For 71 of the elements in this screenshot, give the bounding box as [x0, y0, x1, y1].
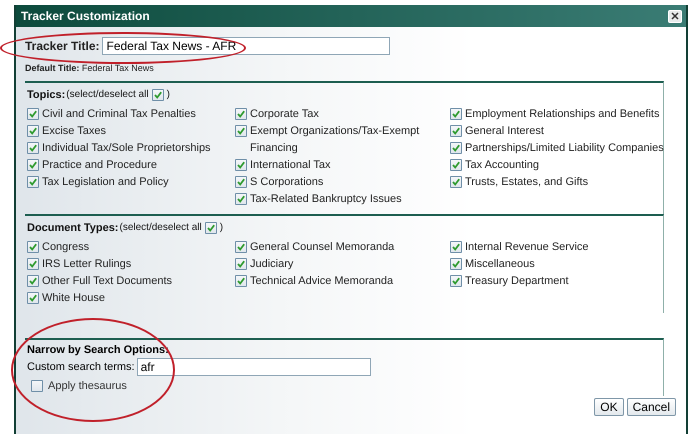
checkbox-label[interactable]: General Interest [465, 123, 544, 140]
tracker-title-field[interactable]: Federal Tax News - AFR [102, 37, 390, 55]
checkbox[interactable] [27, 159, 39, 171]
checkbox[interactable] [450, 159, 462, 171]
field-label: Custom search terms: [27, 361, 135, 373]
checkbox-label[interactable]: Corporate Tax [250, 106, 319, 123]
checkbox[interactable] [235, 108, 247, 120]
ok-button[interactable]: OK [594, 398, 624, 416]
select-all-checkbox[interactable] [204, 222, 217, 234]
checkbox-label[interactable]: General Counsel Memoranda [250, 239, 394, 256]
checkbox[interactable] [27, 142, 39, 154]
checkbox[interactable] [450, 142, 462, 154]
checkbox[interactable] [235, 125, 247, 137]
checkbox[interactable] [450, 176, 462, 188]
checkbox[interactable] [235, 193, 247, 205]
checkbox-label[interactable]: Treasury Department [465, 273, 569, 290]
select-all-label: ) [220, 221, 224, 235]
checkbox[interactable] [27, 275, 39, 287]
checkbox-label[interactable]: Excise Taxes [42, 123, 106, 140]
checkbox[interactable] [235, 275, 247, 287]
checkbox[interactable] [27, 125, 39, 137]
select-all-label: (select/deselect all [66, 88, 149, 102]
checkbox-label[interactable]: Trusts, Estates, and Gifts [465, 174, 588, 191]
checkbox-label[interactable]: Apply thesaurus [48, 380, 127, 392]
checkbox[interactable] [27, 292, 39, 304]
checkbox[interactable] [450, 241, 462, 253]
checkbox-label[interactable]: Partnerships/Limited Liability Companies [465, 140, 664, 157]
checkbox-label[interactable]: Other Full Text Documents [42, 273, 172, 290]
select-all-label: ) [166, 88, 170, 102]
checkbox-label[interactable]: Tax Legislation and Policy [42, 174, 169, 191]
checkbox-label[interactable]: S Corporations [250, 174, 324, 191]
section-heading: Topics: [27, 88, 66, 102]
checkbox[interactable] [31, 380, 43, 392]
checkbox-label[interactable]: IRS Letter Rulings [42, 256, 132, 273]
window-title: Tracker Customization [21, 9, 150, 23]
checkbox-label[interactable]: Practice and Procedure [42, 157, 157, 174]
checkbox-label[interactable]: Tax-Related Bankruptcy Issues [250, 191, 402, 208]
checkbox-label[interactable]: Exempt Organizations/Tax-Exempt Financing [250, 123, 435, 157]
checkbox-label[interactable]: Individual Tax/Sole Proprietorships [42, 140, 211, 157]
checkbox[interactable] [235, 176, 247, 188]
checkbox-label[interactable]: Technical Advice Memoranda [250, 273, 394, 290]
checkbox[interactable] [27, 241, 39, 253]
checkbox[interactable] [27, 108, 39, 120]
checkbox-label[interactable]: Employment Relationships and Benefits [465, 106, 660, 123]
checkbox-label[interactable]: International Tax [250, 157, 331, 174]
checkbox[interactable] [450, 108, 462, 120]
checkbox-label[interactable]: Miscellaneous [465, 256, 535, 273]
default-title-text: Default Title: Federal Tax News [25, 63, 155, 74]
select-all-checkbox[interactable] [152, 89, 164, 101]
checkbox[interactable] [450, 258, 462, 270]
close-button[interactable] [668, 10, 682, 22]
checkbox-label[interactable]: Tax Accounting [465, 157, 539, 174]
field-label: Tracker Title: [25, 39, 100, 53]
checkbox[interactable] [27, 176, 39, 188]
cancel-button[interactable]: Cancel [626, 398, 676, 416]
checkbox[interactable] [235, 258, 247, 270]
search-terms-field[interactable]: afr [136, 358, 371, 376]
checkbox[interactable] [235, 241, 247, 253]
section-heading: Document Types: [27, 221, 118, 235]
checkbox[interactable] [235, 159, 247, 171]
select-all-label: (select/deselect all [119, 221, 202, 235]
checkbox-label[interactable]: Civil and Criminal Tax Penalties [42, 106, 196, 123]
checkbox[interactable] [450, 275, 462, 287]
checkbox-label[interactable]: Judiciary [250, 256, 294, 273]
close-icon [671, 12, 679, 20]
checkbox[interactable] [450, 125, 462, 137]
checkbox-label[interactable]: Internal Revenue Service [465, 239, 589, 256]
checkbox-label[interactable]: Congress [42, 239, 90, 256]
section-heading: Narrow by Search Options: [27, 344, 170, 356]
checkbox[interactable] [27, 258, 39, 270]
checkbox-label[interactable]: White House [42, 290, 105, 307]
